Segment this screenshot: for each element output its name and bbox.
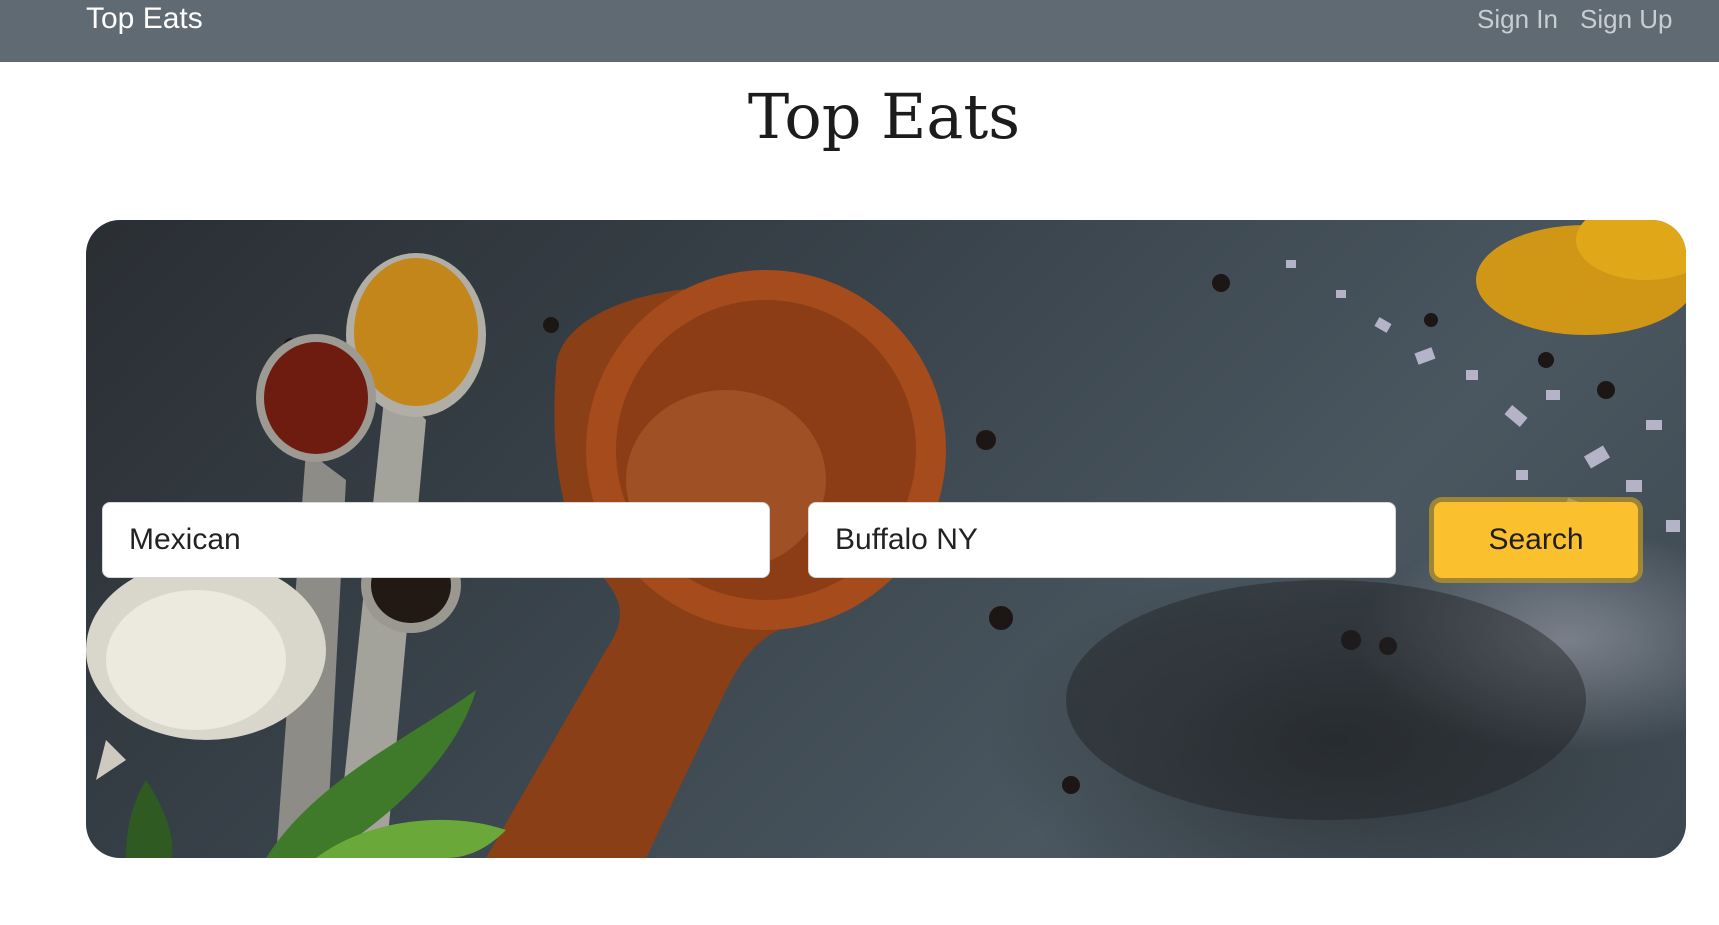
page-title: Top Eats [747,80,1021,153]
location-input[interactable]: Buffalo NY [808,502,1396,578]
brand-link[interactable]: Top Eats [86,0,203,38]
food-search-input[interactable]: Mexican [102,502,770,578]
sign-in-link[interactable]: Sign In [1477,0,1558,38]
search-button[interactable]: Search [1434,502,1638,578]
top-navbar: Top Eats Sign In Sign Up [0,0,1719,62]
sign-up-link[interactable]: Sign Up [1580,0,1673,38]
hero-search-banner: Mexican Buffalo NY Search [86,220,1686,858]
